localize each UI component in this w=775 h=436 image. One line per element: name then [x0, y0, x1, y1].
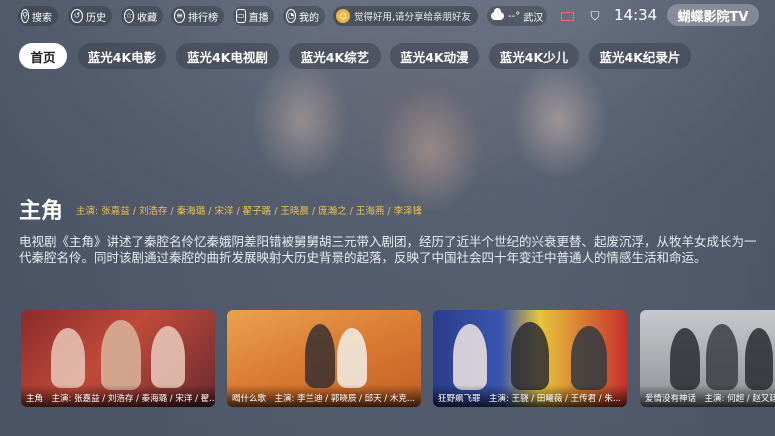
- mine-button[interactable]: ◔ 我的: [283, 6, 325, 26]
- clock: 14:34: [614, 6, 658, 24]
- shirt-icon: ⛉: [590, 8, 600, 23]
- ranking-icon: ≡: [174, 9, 185, 23]
- history-button[interactable]: ↺ 历史: [68, 6, 112, 26]
- poster-caption: 喝什么歌 主演: 李兰迪 / 郭晓辰 / 邱天 / 木克...: [227, 385, 421, 407]
- user-icon: ◔: [286, 9, 296, 23]
- live-button[interactable]: ▭ 直播: [233, 6, 274, 26]
- tab-4k-kids[interactable]: 蓝光4K少儿: [489, 43, 579, 69]
- cloud-icon: [491, 8, 504, 20]
- featured-description: 电视剧《主角》讲述了秦腔名伶忆秦娥阴差阳错被舅舅胡三元带入剧团，经历了近半个世纪…: [19, 234, 757, 265]
- search-icon: ⚲: [21, 9, 29, 23]
- tv-icon: ▭: [236, 9, 246, 23]
- search-button[interactable]: ⚲ 搜索: [18, 6, 58, 26]
- brand-logo: 蝴蝶影院TV: [667, 4, 759, 26]
- skin-button[interactable]: ⛉: [586, 7, 604, 25]
- featured-title: 主角: [19, 199, 64, 224]
- favorites-button[interactable]: ☆ 收藏: [121, 6, 163, 26]
- tab-4k-variety[interactable]: 蓝光4K综艺: [289, 43, 381, 69]
- ranking-button[interactable]: ≡ 排行榜: [171, 6, 224, 26]
- top-bar: ⚲ 搜索 ↺ 历史 ☆ 收藏 ≡ 排行榜 ▭ 直播 ◔ 我的 ☺ 觉得好用,请分…: [0, 0, 775, 32]
- tab-4k-tv[interactable]: 蓝光4K电视剧: [176, 43, 279, 69]
- tab-4k-documentary[interactable]: 蓝光4K纪录片: [589, 43, 691, 69]
- featured-cast: 主演: 张嘉益 / 刘浩存 / 秦海璐 / 宋洋 / 翟子路 / 王晓晨 / 庞…: [76, 206, 423, 217]
- tab-4k-movies[interactable]: 蓝光4K电影: [78, 43, 166, 69]
- tab-home[interactable]: 首页: [19, 43, 67, 69]
- tab-4k-anime[interactable]: 蓝光4K动漫: [390, 43, 479, 69]
- poster-card[interactable]: 爱情没有神话 主演: 何超 / 赵又廷...: [640, 310, 775, 407]
- poster-caption: 主角 主演: 张嘉益 / 刘浩存 / 秦海璐 / 宋洋 / 翟...: [21, 385, 215, 407]
- poster-card[interactable]: 喝什么歌 主演: 李兰迪 / 郭晓辰 / 邱天 / 木克...: [227, 310, 421, 407]
- mail-icon: [560, 11, 574, 21]
- poster-card[interactable]: 狂野飙飞罪 主演: 王骁 / 田曦薇 / 王传君 / 朱...: [433, 310, 627, 407]
- notice-ticker[interactable]: ☺ 觉得好用,请分享给亲朋好友: [333, 6, 478, 26]
- poster-card[interactable]: 主角 主演: 张嘉益 / 刘浩存 / 秦海璐 / 宋洋 / 翟...: [21, 310, 215, 407]
- poster-caption: 爱情没有神话 主演: 何超 / 赵又廷...: [640, 385, 775, 407]
- star-icon: ☆: [124, 9, 134, 23]
- mail-button[interactable]: [558, 7, 576, 25]
- poster-caption: 狂野飙飞罪 主演: 王骁 / 田曦薇 / 王传君 / 朱...: [433, 385, 627, 407]
- history-icon: ↺: [71, 9, 83, 23]
- smile-icon: ☺: [336, 9, 350, 23]
- weather-widget[interactable]: --° 武汉: [487, 6, 547, 26]
